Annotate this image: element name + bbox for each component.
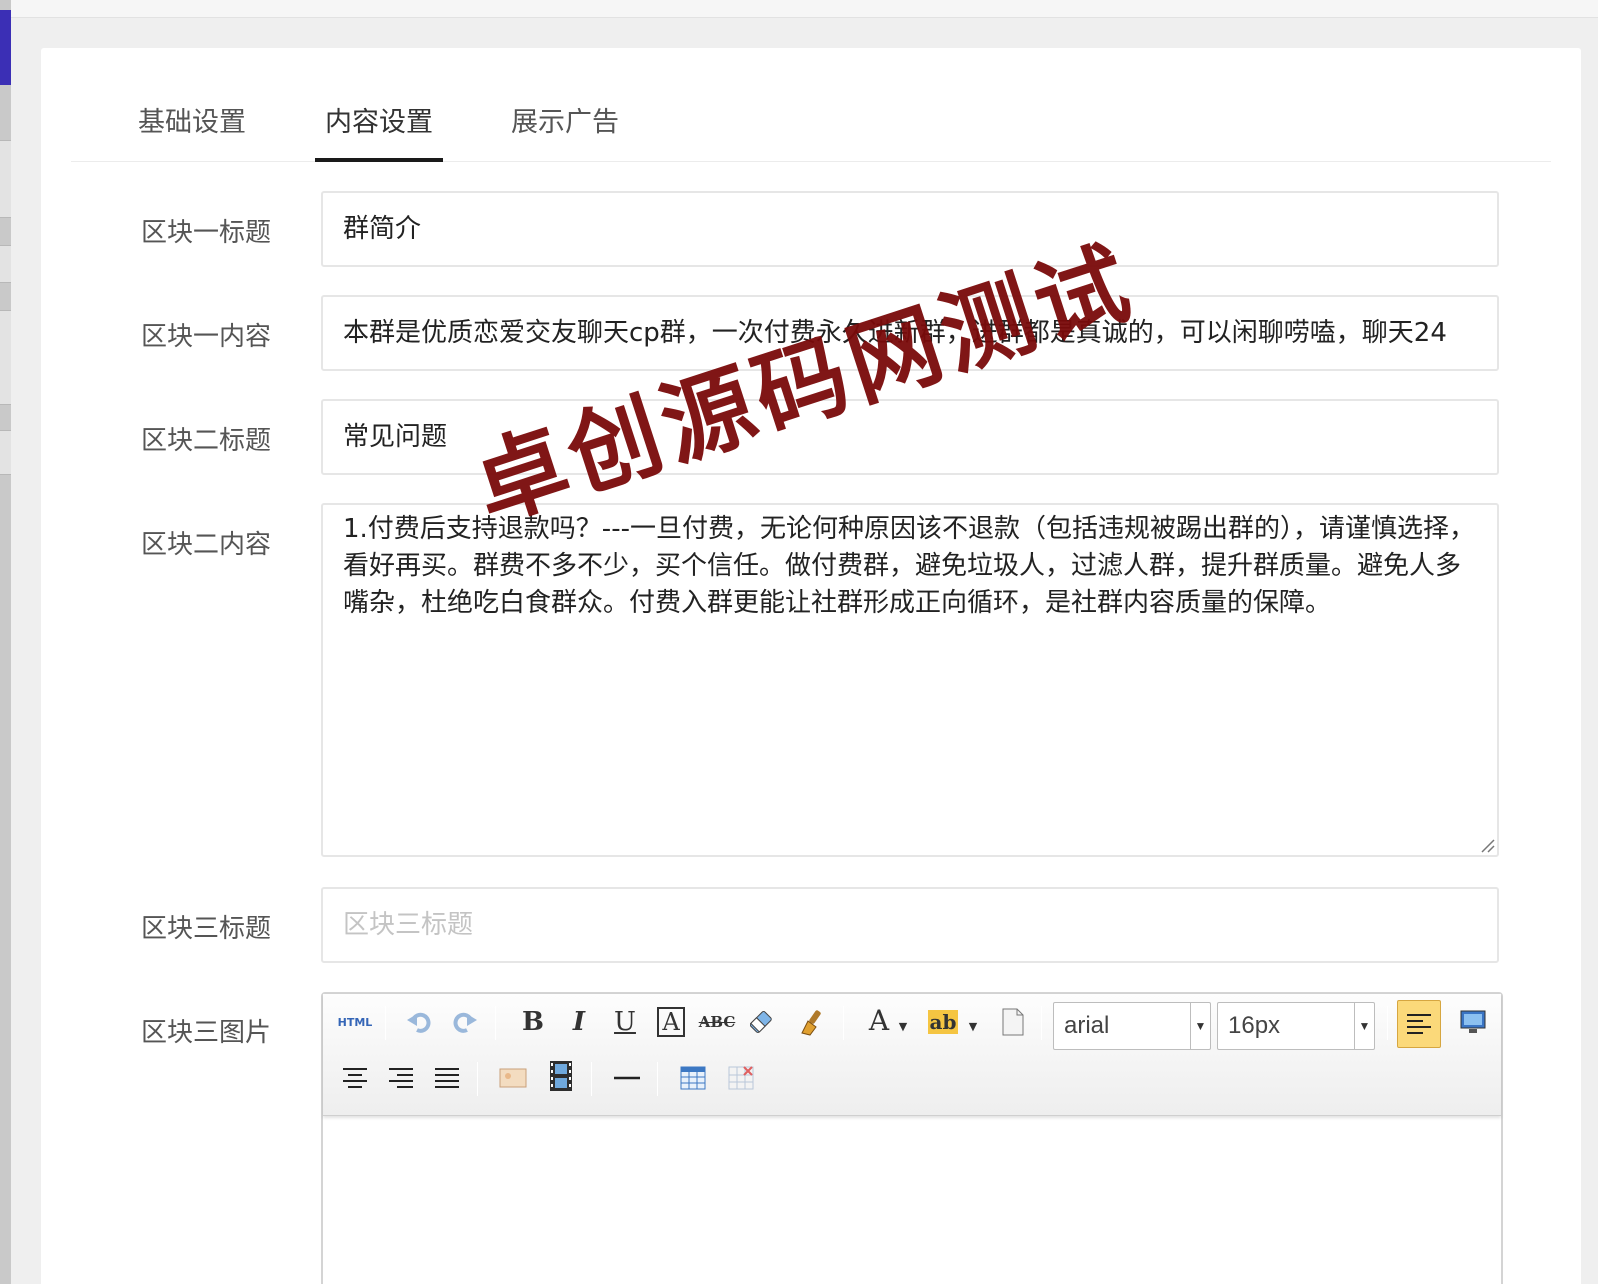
toolbar-separator	[385, 1006, 386, 1040]
toolbar-separator	[1041, 1006, 1042, 1040]
font-border-icon[interactable]: A	[651, 1002, 691, 1042]
rich-text-editor[interactable]: HTML B I U A ABC A ▼ ab ▼ arial ▼ 16px ▼	[321, 992, 1503, 1284]
italic-icon[interactable]: I	[559, 1002, 599, 1042]
align-center-icon[interactable]	[335, 1058, 375, 1098]
chevron-down-icon: ▼	[1354, 1003, 1374, 1049]
block2-title-label: 区块二标题	[141, 426, 272, 456]
bold-icon[interactable]: B	[513, 1002, 553, 1042]
highlight-glyph: ab	[927, 1010, 959, 1034]
align-justify-icon[interactable]	[427, 1058, 467, 1098]
sidebar-segment[interactable]	[0, 140, 11, 218]
video-icon[interactable]	[541, 1056, 581, 1096]
block2-content-text: 1.付费后支持退款吗？---一旦付费，无论何种原因该不退款（包括违规被踢出群的）…	[343, 514, 1475, 618]
settings-card: 基础设置 内容设置 展示广告 区块一标题 群简介 区块一内容 本群是优质恋爱交友…	[41, 48, 1581, 1284]
left-sidebar-edge	[0, 0, 11, 1284]
font-size-select[interactable]: 16px ▼	[1217, 1002, 1375, 1050]
tab-content-settings[interactable]: 内容设置	[315, 100, 443, 162]
chevron-down-icon[interactable]: ▼	[963, 1006, 983, 1046]
toolbar-separator	[657, 1062, 658, 1096]
chevron-down-icon[interactable]: ▼	[893, 1006, 913, 1046]
toolbar-separator	[495, 1006, 496, 1040]
preview-icon[interactable]	[1453, 1002, 1493, 1042]
toolbar-separator	[591, 1062, 592, 1096]
sidebar-active-accent	[0, 10, 11, 85]
underline-icon[interactable]: U	[605, 1002, 645, 1042]
format-brush-icon[interactable]	[793, 1002, 833, 1042]
block1-title-input[interactable]: 群简介	[321, 191, 1499, 267]
redo-icon[interactable]	[445, 1002, 485, 1042]
sidebar-segment[interactable]	[0, 310, 11, 405]
horizontal-rule-icon[interactable]	[607, 1058, 647, 1098]
tab-display-ads[interactable]: 展示广告	[501, 100, 629, 162]
sidebar-segment[interactable]	[0, 245, 11, 283]
block2-content-textarea[interactable]: 1.付费后支持退款吗？---一旦付费，无论何种原因该不退款（包括违规被踢出群的）…	[321, 503, 1499, 857]
block3-title-label: 区块三标题	[141, 914, 272, 944]
top-bar	[0, 0, 1598, 18]
tab-bar: 基础设置 内容设置 展示广告	[71, 48, 1551, 162]
toolbar-separator	[477, 1062, 478, 1096]
editor-content-area[interactable]	[323, 1117, 1501, 1284]
resize-grip-icon[interactable]	[1479, 837, 1495, 853]
editor-toolbar: HTML B I U A ABC A ▼ ab ▼ arial ▼ 16px ▼	[323, 994, 1501, 1116]
tab-basic-settings[interactable]: 基础设置	[128, 100, 256, 162]
image-icon[interactable]	[493, 1058, 533, 1098]
block3-image-label: 区块三图片	[141, 1018, 272, 1048]
block2-title-input[interactable]: 常见问题	[321, 399, 1499, 475]
align-right-icon[interactable]	[381, 1058, 421, 1098]
block1-title-label: 区块一标题	[141, 218, 272, 248]
delete-table-icon[interactable]	[721, 1058, 761, 1098]
undo-icon[interactable]	[399, 1002, 439, 1042]
toolbar-separator	[843, 1006, 844, 1040]
align-left-icon[interactable]	[1397, 1000, 1441, 1048]
block2-content-label: 区块二内容	[141, 530, 272, 560]
chevron-down-icon: ▼	[1190, 1003, 1210, 1049]
font-size-value: 16px	[1228, 1012, 1281, 1039]
block3-title-input[interactable]: 区块三标题	[321, 887, 1499, 963]
sidebar-segment[interactable]	[0, 430, 11, 475]
paste-icon[interactable]	[993, 1002, 1033, 1042]
font-border-glyph: A	[657, 1007, 685, 1037]
block1-content-input[interactable]: 本群是优质恋爱交友聊天cp群，一次付费永久进新群，进群都是真诚的，可以闲聊唠嗑，…	[321, 295, 1499, 371]
insert-table-icon[interactable]	[673, 1058, 713, 1098]
eraser-icon[interactable]	[745, 1002, 785, 1042]
highlight-icon[interactable]: ab	[923, 1002, 963, 1042]
block1-content-label: 区块一内容	[141, 322, 272, 352]
toolbar-separator	[1387, 1006, 1388, 1040]
font-family-value: arial	[1064, 1012, 1110, 1039]
html-icon[interactable]: HTML	[333, 1002, 377, 1042]
font-family-select[interactable]: arial ▼	[1053, 1002, 1211, 1050]
strikethrough-icon[interactable]: ABC	[697, 1002, 737, 1042]
